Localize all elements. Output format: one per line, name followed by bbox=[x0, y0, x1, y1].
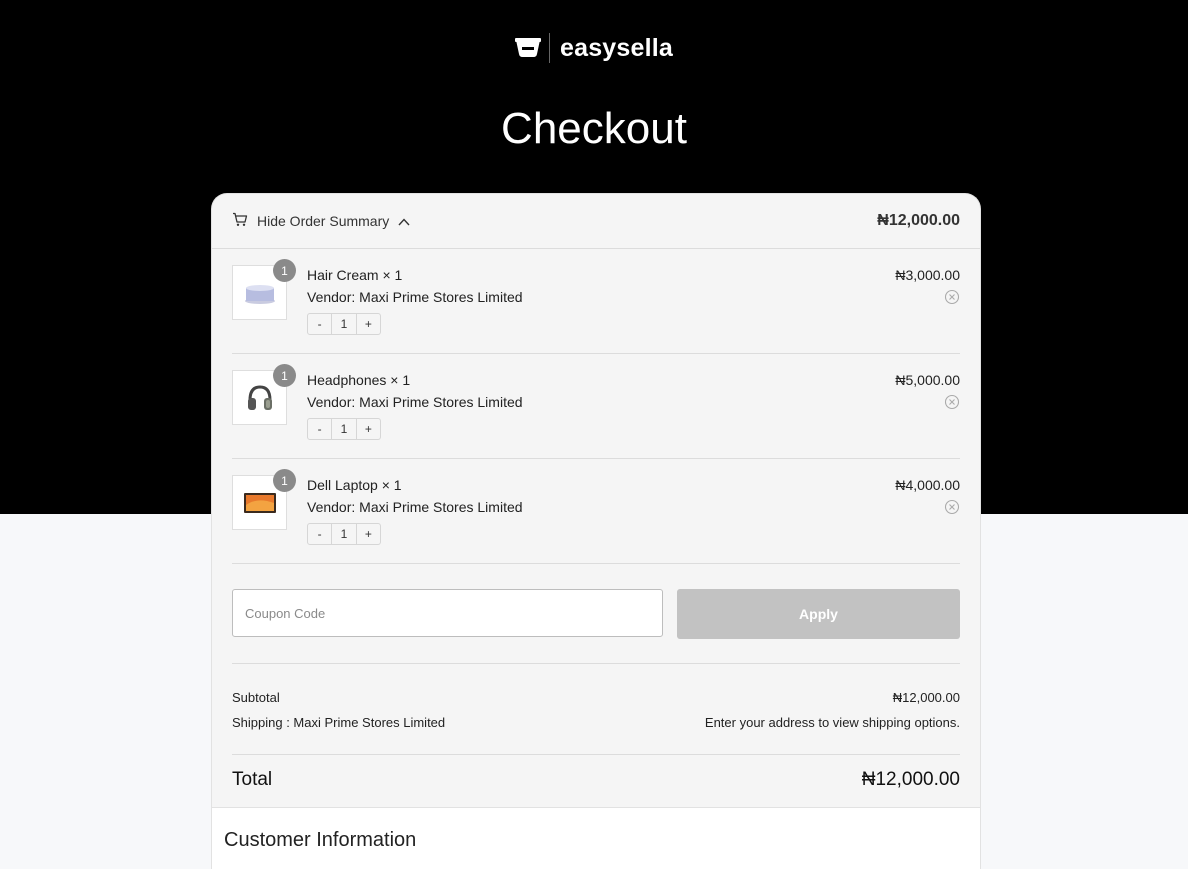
remove-item-icon[interactable] bbox=[944, 394, 960, 415]
quantity-value[interactable]: 1 bbox=[331, 419, 357, 439]
cart-items-list: 1 Hair Cream × 1 Vendor: Maxi Prime Stor… bbox=[212, 249, 980, 564]
shipping-label: Shipping : Maxi Prime Stores Limited bbox=[232, 715, 446, 730]
quantity-badge: 1 bbox=[273, 364, 296, 387]
page-title: Checkout bbox=[501, 104, 687, 153]
quantity-stepper: - 1 + bbox=[307, 418, 381, 440]
quantity-stepper: - 1 + bbox=[307, 523, 381, 545]
order-summary-total: ₦12,000.00 bbox=[877, 212, 960, 229]
item-vendor: Vendor: Maxi Prime Stores Limited bbox=[307, 394, 523, 410]
order-summary-card: Hide Order Summary ₦12,000.00 1 Hair Cre… bbox=[211, 193, 981, 869]
order-summary-header: Hide Order Summary ₦12,000.00 bbox=[212, 194, 980, 249]
item-price: ₦4,000.00 bbox=[895, 477, 960, 493]
brand-logo[interactable]: easysella bbox=[0, 33, 1188, 63]
quantity-value[interactable]: 1 bbox=[331, 524, 357, 544]
total-label: Total bbox=[232, 769, 273, 790]
order-totals: Subtotal ₦12,000.00 Shipping : Maxi Prim… bbox=[232, 664, 960, 755]
item-price: ₦3,000.00 bbox=[895, 267, 960, 283]
quantity-badge: 1 bbox=[273, 469, 296, 492]
cart-item: 1 Headphones × 1 Vendor: Maxi Prime Stor… bbox=[232, 354, 960, 459]
remove-item-icon[interactable] bbox=[944, 499, 960, 520]
item-vendor: Vendor: Maxi Prime Stores Limited bbox=[307, 499, 523, 515]
cart-item: 1 Dell Laptop × 1 Vendor: Maxi Prime Sto… bbox=[232, 459, 960, 564]
coupon-section: Apply bbox=[232, 564, 960, 664]
apply-coupon-button[interactable]: Apply bbox=[677, 589, 960, 639]
quantity-badge: 1 bbox=[273, 259, 296, 282]
decrease-quantity-button[interactable]: - bbox=[308, 419, 331, 439]
chevron-up-icon bbox=[398, 213, 410, 229]
decrease-quantity-button[interactable]: - bbox=[308, 314, 331, 334]
cart-logo-icon bbox=[514, 38, 541, 58]
increase-quantity-button[interactable]: + bbox=[357, 419, 380, 439]
logo-divider bbox=[548, 33, 550, 63]
customer-information-heading: Customer Information bbox=[224, 829, 417, 851]
item-name: Dell Laptop × 1 bbox=[307, 477, 402, 493]
item-vendor: Vendor: Maxi Prime Stores Limited bbox=[307, 289, 523, 305]
quantity-value[interactable]: 1 bbox=[331, 314, 357, 334]
customer-information-section: Customer Information bbox=[212, 807, 980, 869]
grand-total-row: Total ₦12,000.00 bbox=[232, 755, 960, 805]
item-price: ₦5,000.00 bbox=[895, 372, 960, 388]
item-name: Headphones × 1 bbox=[307, 372, 411, 388]
total-value: ₦12,000.00 bbox=[861, 769, 960, 790]
cart-icon bbox=[232, 212, 248, 230]
coupon-code-input[interactable] bbox=[232, 589, 663, 637]
subtotal-label: Subtotal bbox=[232, 690, 280, 705]
quantity-stepper: - 1 + bbox=[307, 313, 381, 335]
decrease-quantity-button[interactable]: - bbox=[308, 524, 331, 544]
hide-order-summary-toggle[interactable]: Hide Order Summary bbox=[232, 212, 410, 230]
shipping-value: Enter your address to view shipping opti… bbox=[704, 715, 960, 730]
cart-item: 1 Hair Cream × 1 Vendor: Maxi Prime Stor… bbox=[232, 249, 960, 354]
increase-quantity-button[interactable]: + bbox=[357, 314, 380, 334]
increase-quantity-button[interactable]: + bbox=[357, 524, 380, 544]
subtotal-value: ₦12,000.00 bbox=[892, 690, 960, 705]
remove-item-icon[interactable] bbox=[944, 289, 960, 310]
brand-name: easysella bbox=[559, 33, 674, 62]
item-name: Hair Cream × 1 bbox=[307, 267, 403, 283]
toggle-label: Hide Order Summary bbox=[257, 213, 390, 229]
